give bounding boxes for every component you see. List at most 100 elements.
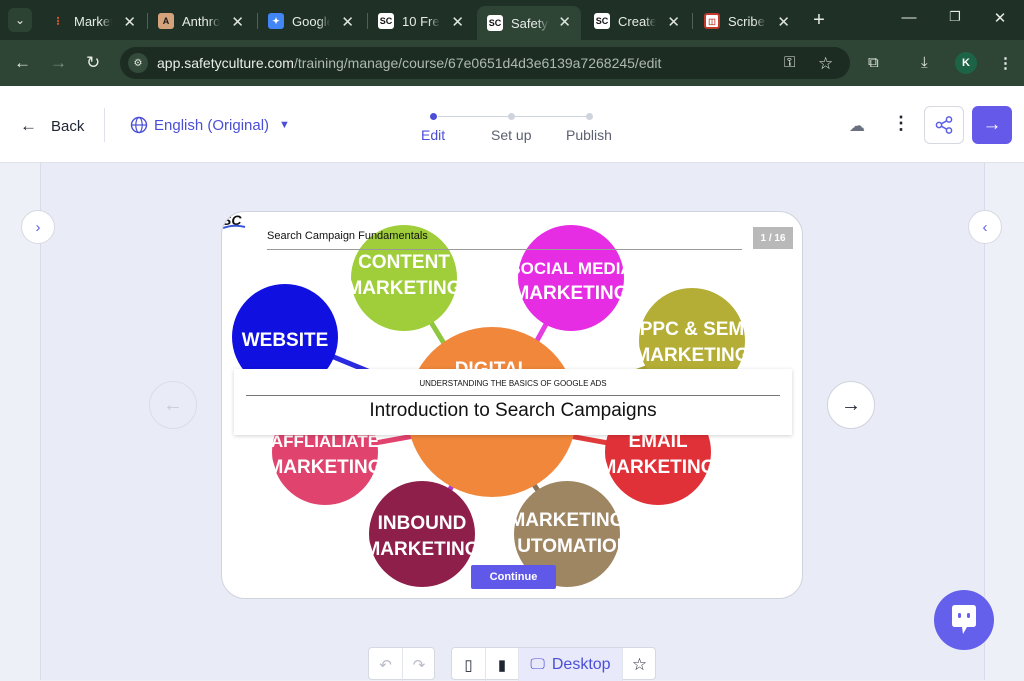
- close-icon[interactable]: ✕: [451, 13, 464, 31]
- download-icon[interactable]: ⤓: [921, 54, 928, 71]
- chat-bot-icon: [952, 605, 976, 634]
- redo-button[interactable]: ↷: [402, 648, 435, 681]
- phone-icon: ▯: [464, 656, 473, 674]
- image-label-website: WEBSITE: [242, 330, 329, 351]
- continue-button[interactable]: Continue: [471, 565, 556, 589]
- browser-tab-7[interactable]: ◫ Scribe ✕: [694, 6, 800, 36]
- course-slide: DIGITAL WEBSITE CONTENT MARKETING SOCIAL…: [221, 211, 803, 599]
- image-label-automation-1: MARKETING: [509, 510, 624, 531]
- reload-button[interactable]: ↻: [86, 53, 100, 73]
- device-preview-toolbar: ▯ ▮ 🖵 Desktop ☆: [451, 647, 656, 681]
- image-label-email-2: MARKETING: [600, 457, 715, 478]
- image-label-content-2: MARKETING: [346, 278, 461, 299]
- undo-button[interactable]: ↶: [369, 648, 402, 681]
- progress-stepper: Edit Set up Publish: [420, 108, 620, 148]
- minimize-button[interactable]: —: [899, 9, 919, 26]
- image-label-social-2: MARKETING: [513, 283, 628, 304]
- restore-button[interactable]: ❐: [945, 9, 965, 25]
- new-tab-button[interactable]: +: [808, 9, 830, 32]
- safetyculture-logo: SC: [222, 212, 246, 229]
- back-button[interactable]: ← Back: [20, 116, 84, 136]
- star-icon: ☆: [631, 654, 648, 674]
- browser-tab-4[interactable]: SC 10 Free ✕: [368, 6, 474, 36]
- close-icon[interactable]: ✕: [123, 13, 136, 31]
- step-dot-setup: [508, 113, 515, 120]
- previous-slide-button[interactable]: ←: [149, 381, 197, 429]
- image-label-content-1: CONTENT: [358, 252, 450, 273]
- share-icon: [935, 116, 953, 134]
- image-label-affiliate-2: MARKETING: [267, 457, 382, 478]
- more-options-icon[interactable]: ⋮: [892, 113, 910, 134]
- help-chat-button[interactable]: [934, 590, 994, 650]
- browser-back-button[interactable]: ←: [14, 53, 31, 73]
- image-label-inbound-2: MARKETING: [364, 539, 479, 560]
- safetyculture-icon: SC: [594, 13, 610, 29]
- slide-page-indicator: 1 / 16: [753, 227, 793, 249]
- language-selector[interactable]: English (Original) ▼: [130, 116, 290, 134]
- image-label-social-1: SOCIAL MEDIA: [509, 259, 632, 278]
- tab-search-icon[interactable]: ⌄: [8, 8, 32, 32]
- google-ads-icon: ✦: [268, 13, 284, 29]
- extensions-icon[interactable]: ⧉: [868, 54, 879, 71]
- step-dot-edit: [430, 113, 437, 120]
- expand-left-panel-button[interactable]: ›: [21, 210, 55, 244]
- desktop-view-button[interactable]: 🖵 Desktop: [518, 648, 622, 681]
- step-publish[interactable]: Publish: [566, 127, 612, 143]
- next-step-button[interactable]: →: [972, 106, 1012, 144]
- share-button[interactable]: [924, 106, 964, 144]
- mobile-view-button[interactable]: ▯: [452, 648, 485, 681]
- anthropic-icon: A: [158, 13, 174, 29]
- profile-avatar[interactable]: K: [955, 52, 977, 74]
- close-icon[interactable]: ✕: [231, 13, 244, 31]
- caret-down-icon: ▼: [279, 119, 290, 131]
- browser-tab-6[interactable]: SC Create ✕: [584, 6, 690, 36]
- close-icon[interactable]: ✕: [341, 13, 354, 31]
- arrow-left-icon: ←: [20, 116, 37, 135]
- undo-icon: ↶: [379, 656, 392, 674]
- favorite-button[interactable]: ☆: [622, 648, 656, 681]
- close-icon[interactable]: ✕: [558, 13, 571, 31]
- safetyculture-icon: SC: [378, 13, 394, 29]
- marketing-icon: ⁝: [56, 14, 60, 28]
- image-label-ppc-1: PPC & SEM: [640, 319, 745, 340]
- monitor-icon: 🖵: [530, 656, 545, 673]
- browser-tab-3[interactable]: ✦ Google ✕: [258, 6, 364, 36]
- browser-tab-strip: ⌄ ⁝ Marketi ✕ A Anthrop ✕ ✦ Google ✕ SC …: [0, 0, 1024, 40]
- image-label-inbound-1: INBOUND: [378, 513, 467, 534]
- browser-tab-1[interactable]: ⁝ Marketi ✕: [40, 6, 146, 36]
- safetyculture-icon: SC: [487, 15, 503, 31]
- tablet-view-button[interactable]: ▮: [485, 648, 518, 681]
- expand-right-panel-button[interactable]: ‹: [968, 210, 1002, 244]
- close-icon[interactable]: ✕: [667, 13, 680, 31]
- title-card: UNDERSTANDING THE BASICS OF GOOGLE ADS I…: [234, 369, 792, 435]
- globe-icon: [130, 116, 148, 134]
- browser-menu-icon[interactable]: ⋮: [998, 54, 1013, 72]
- step-setup[interactable]: Set up: [491, 127, 531, 143]
- step-edit[interactable]: Edit: [421, 127, 445, 143]
- redo-icon: ↷: [412, 656, 426, 674]
- window-close-button[interactable]: ✕: [990, 9, 1010, 27]
- chevron-right-icon: ›: [35, 218, 41, 236]
- step-dot-publish: [586, 113, 593, 120]
- card-title: Introduction to Search Campaigns: [369, 400, 657, 421]
- browser-tab-active[interactable]: SC SafetyC ✕: [477, 6, 581, 40]
- arrow-right-icon: →: [982, 114, 1002, 135]
- next-slide-button[interactable]: →: [827, 381, 875, 429]
- image-label-automation-2: AUTOMATION: [503, 536, 630, 557]
- tablet-icon: ▮: [497, 656, 507, 674]
- card-subtitle: UNDERSTANDING THE BASICS OF GOOGLE ADS: [419, 379, 607, 388]
- browser-forward-button[interactable]: →: [50, 53, 67, 73]
- arrow-right-icon: →: [841, 393, 861, 416]
- password-key-icon[interactable]: ⚿: [784, 54, 795, 71]
- scribe-icon: ◫: [704, 13, 720, 29]
- undo-redo-toolbar: ↶ ↷: [368, 647, 435, 681]
- slide-header-title: Search Campaign Fundamentals: [267, 230, 428, 242]
- site-info-icon[interactable]: ⚙: [128, 53, 148, 73]
- browser-tab-2[interactable]: A Anthrop ✕: [148, 6, 254, 36]
- cloud-sync-icon: ☁: [849, 118, 865, 135]
- bookmark-star-icon[interactable]: ☆: [818, 54, 833, 74]
- url-text[interactable]: app.safetyculture.com/training/manage/co…: [157, 55, 661, 71]
- arrow-left-icon: ←: [163, 393, 183, 416]
- image-label-ppc-2: MARKETING: [634, 345, 749, 366]
- close-icon[interactable]: ✕: [777, 13, 790, 31]
